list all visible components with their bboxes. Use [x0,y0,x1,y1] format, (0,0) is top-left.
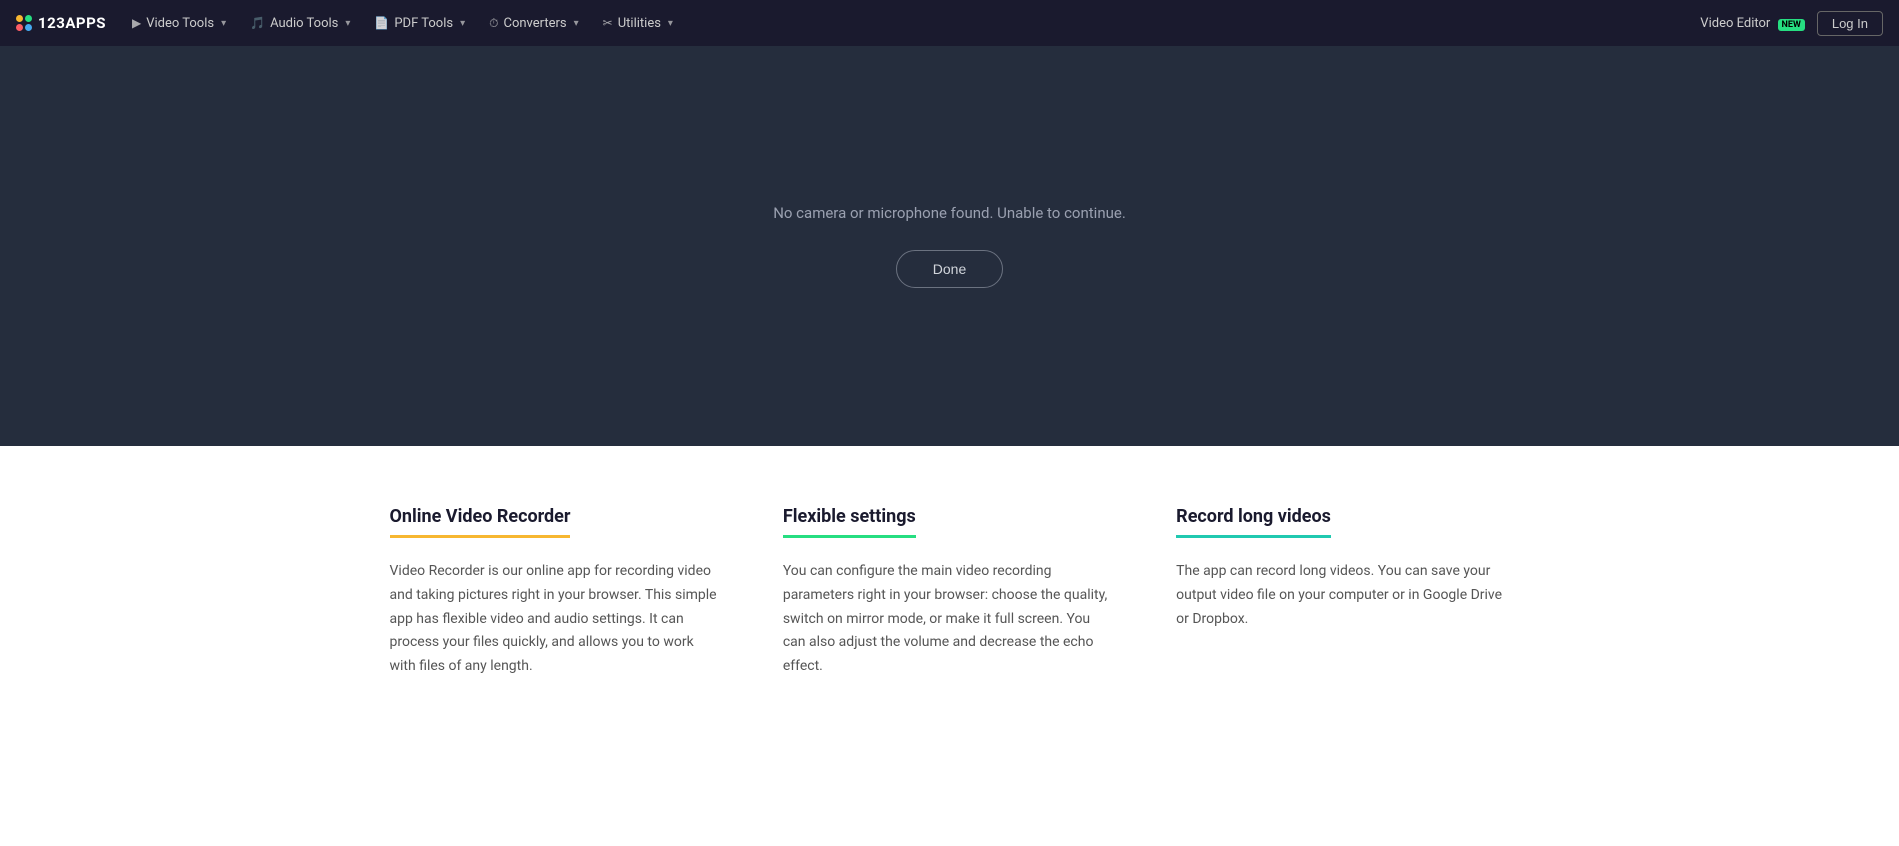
nav-item-pdf-tools[interactable]: 📄 PDF Tools ▾ [364,12,475,35]
video-editor-link[interactable]: Video Editor NEW [1700,16,1805,31]
feature-flexible-settings: Flexible settings You can configure the … [783,506,1116,679]
pdf-tools-icon: 📄 [374,16,389,30]
nav-item-video-tools[interactable]: ▶ Video Tools ▾ [122,12,236,35]
nav-label-audio-tools: Audio Tools [270,16,338,31]
chevron-down-icon-5: ▾ [668,18,673,29]
features-section: Online Video Recorder Video Recorder is … [350,446,1550,759]
video-band: No camera or microphone found. Unable to… [0,46,1899,446]
navbar: 123APPS ▶ Video Tools ▾ 🎵 Audio Tools ▾ … [0,0,1899,46]
video-error-message: No camera or microphone found. Unable to… [753,204,1146,222]
utilities-icon: ✂ [603,16,613,30]
new-badge: NEW [1778,19,1805,31]
feature-desc-2: The app can record long videos. You can … [1176,560,1509,631]
nav-label-converters: Converters [503,16,566,31]
chevron-down-icon-4: ▾ [574,18,579,29]
feature-title-2: Record long videos [1176,506,1331,538]
chevron-down-icon-3: ▾ [460,18,465,29]
nav-item-utilities[interactable]: ✂ Utilities ▾ [593,12,683,35]
login-button[interactable]: Log In [1817,11,1883,36]
feature-title-1: Flexible settings [783,506,916,538]
converters-icon: ⏱ [489,16,498,31]
feature-desc-1: You can configure the main video recordi… [783,560,1116,679]
nav-label-video-tools: Video Tools [146,16,214,31]
nav-label-pdf-tools: PDF Tools [394,16,453,31]
nav-label-utilities: Utilities [618,16,661,31]
feature-record-long-videos: Record long videos The app can record lo… [1176,506,1509,679]
done-button[interactable]: Done [896,250,1003,288]
chevron-down-icon-2: ▾ [345,18,350,29]
video-inner: No camera or microphone found. Unable to… [597,46,1303,446]
logo[interactable]: 123APPS [16,14,106,32]
video-tools-icon: ▶ [132,16,141,30]
logo-text: 123APPS [38,14,106,32]
feature-online-video-recorder: Online Video Recorder Video Recorder is … [390,506,723,679]
nav-item-converters[interactable]: ⏱ Converters ▾ [479,12,589,35]
nav-item-audio-tools[interactable]: 🎵 Audio Tools ▾ [240,12,360,35]
audio-tools-icon: 🎵 [250,16,265,30]
feature-desc-0: Video Recorder is our online app for rec… [390,560,723,679]
chevron-down-icon: ▾ [221,18,226,29]
feature-title-0: Online Video Recorder [390,506,571,538]
navbar-right: Video Editor NEW Log In [1700,11,1883,36]
